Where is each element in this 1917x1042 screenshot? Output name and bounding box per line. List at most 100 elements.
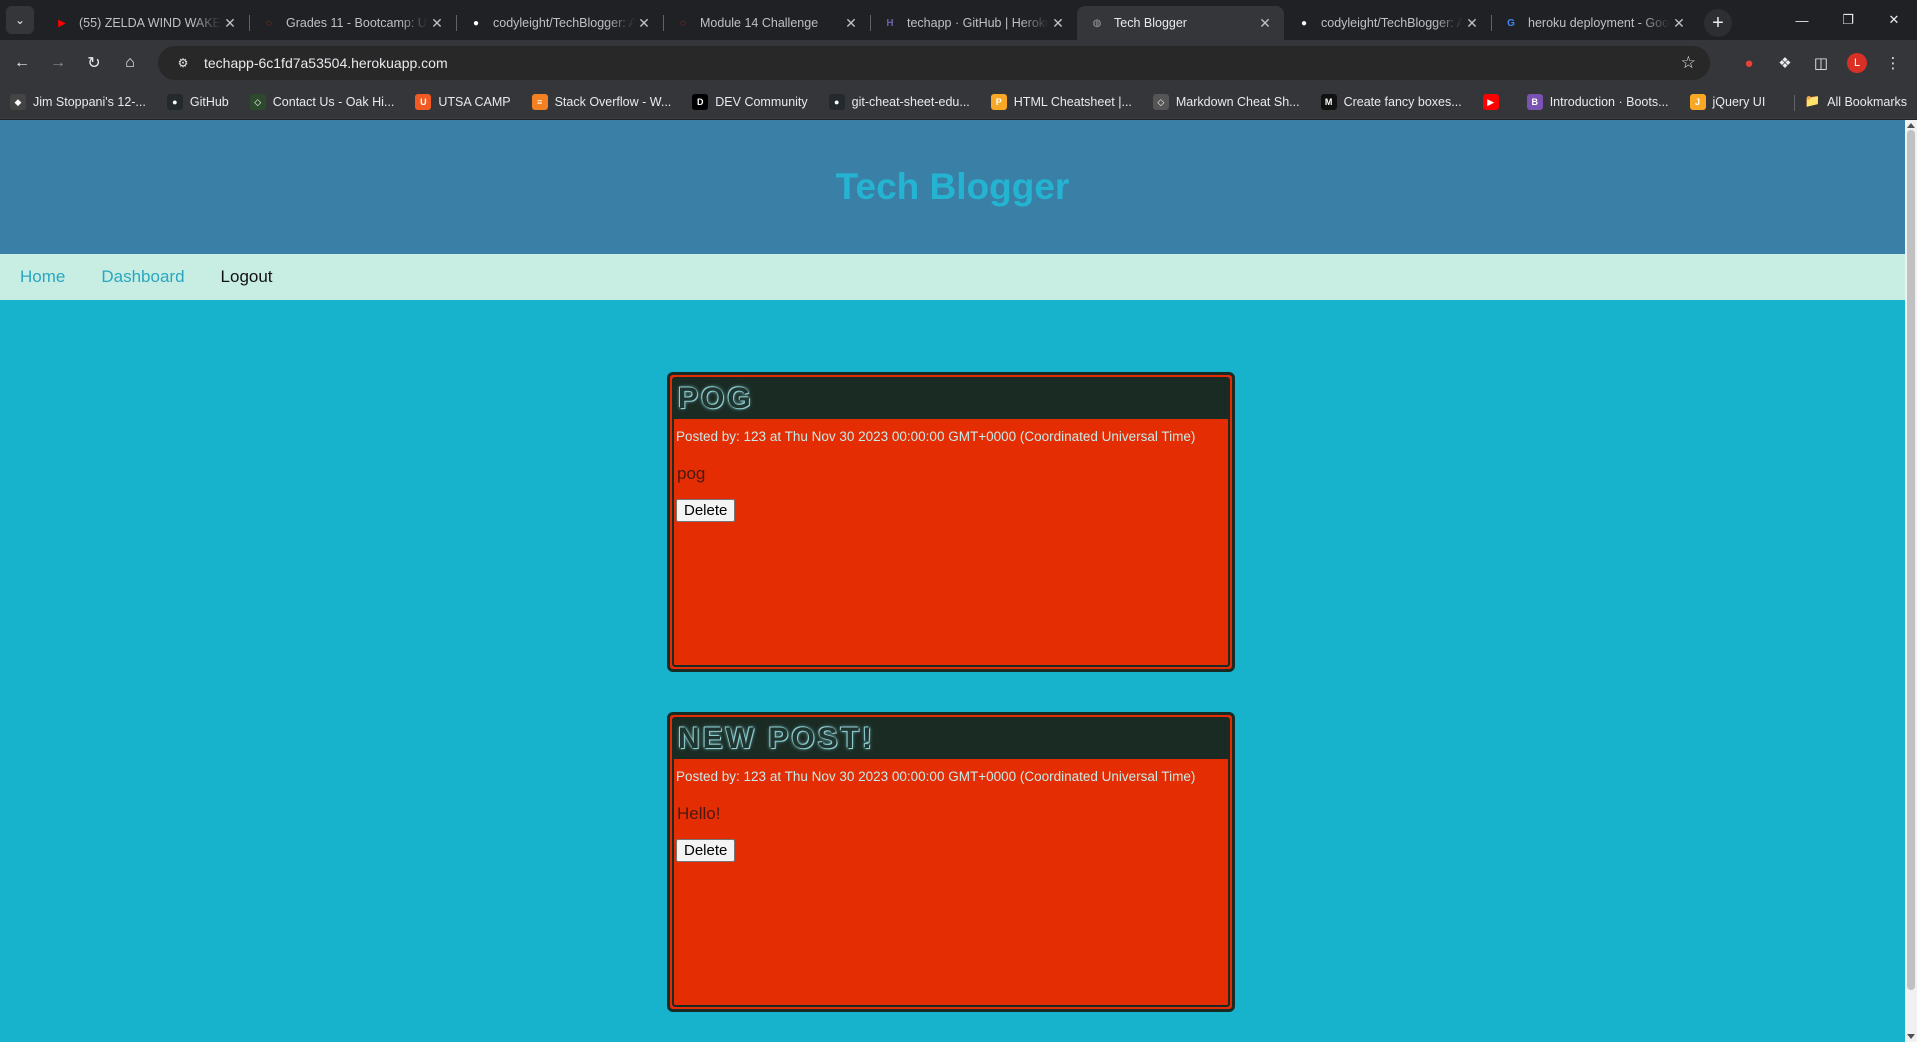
bookmark-star-icon[interactable]: ☆: [1681, 53, 1696, 73]
menu-kebab-icon[interactable]: ⋮: [1875, 45, 1911, 81]
google-icon: G: [1507, 17, 1515, 29]
page-scrollbar[interactable]: [1905, 120, 1917, 1042]
delete-post-button[interactable]: Delete: [676, 499, 736, 522]
bookmark-label: Jim Stoppani's 12-...: [33, 95, 146, 109]
tab-list: ▶ (55) ZELDA WIND WAKER ✕ ◌ Grades 11 - Boot…: [42, 0, 1698, 40]
nav-home-link[interactable]: Home: [20, 267, 65, 287]
post-card-inner: POG Posted by: 123 at Thu Nov 30 2023 00…: [672, 377, 1230, 667]
tab-close-icon[interactable]: ✕: [1256, 15, 1274, 32]
home-icon[interactable]: ⌂: [112, 45, 148, 81]
post-title: NEW POST!: [678, 722, 875, 755]
tab-close-icon[interactable]: ✕: [428, 15, 446, 32]
folder-icon: 📁: [1804, 94, 1821, 108]
page-viewport: Tech Blogger Home Dashboard Logout POG P…: [0, 120, 1905, 1042]
browser-tab[interactable]: ◌ Module 14 Challenge ✕: [663, 6, 870, 40]
bookmark-item[interactable]: ▶: [1482, 94, 1506, 110]
github-icon: ●: [472, 17, 480, 29]
bookmark-label: Contact Us - Oak Hi...: [272, 95, 395, 109]
bookmark-item[interactable]: D DEV Community: [692, 94, 808, 110]
bookmark-label: Create fancy boxes...: [1343, 95, 1462, 109]
bookmark-item[interactable]: JjQuery UI: [1689, 94, 1766, 110]
tab-close-icon[interactable]: ✕: [221, 15, 239, 32]
nav-logout-link[interactable]: Logout: [221, 267, 273, 287]
github-icon: ●: [1300, 17, 1308, 29]
site-icon: ◇: [249, 94, 266, 110]
tab-strip: ⌄ ▶ (55) ZELDA WIND WAKER ✕ ◌ Grades 11 - Bo…: [0, 0, 1917, 40]
bookmark-item[interactable]: ● GitHub: [166, 94, 229, 110]
tab-title: codyleight/TechBlogger: A: [1321, 16, 1463, 30]
bookmark-label: UTSA CAMP: [438, 95, 511, 109]
bookmark-label: jQuery UI: [1712, 95, 1766, 109]
browser-tab[interactable]: Htechapp · GitHub | Heroku ✕: [870, 6, 1077, 40]
github-icon: ●: [166, 94, 183, 110]
tab-title: codyleight/TechBlogger: A: [493, 16, 635, 30]
scrollbar-thumb[interactable]: [1907, 130, 1915, 990]
minimize-icon[interactable]: —: [1779, 0, 1825, 40]
post-card-inner: NEW POST! Posted by: 123 at Thu Nov 30 2…: [672, 717, 1230, 1007]
extension-record-icon[interactable]: ●: [1731, 45, 1767, 81]
m-icon: M: [1320, 94, 1337, 110]
bookmark-item[interactable]: U UTSA CAMP: [415, 94, 511, 110]
tab-title: heroku deployment - Goo: [1528, 16, 1670, 30]
tab-title: Grades 11 - Bootcamp: UT: [286, 16, 428, 30]
bookmark-item[interactable]: ◆ Jim Stoppani's 12-...: [10, 94, 146, 110]
tab-close-icon[interactable]: ✕: [1049, 15, 1067, 32]
browser-tab[interactable]: ● codyleight/TechBlogger: A ✕: [1284, 6, 1491, 40]
forward-icon[interactable]: →: [40, 45, 76, 81]
post-meta: Posted by: 123 at Thu Nov 30 2023 00:00:…: [676, 429, 1196, 444]
site-header: Tech Blogger: [0, 120, 1905, 254]
tab-search-icon[interactable]: ⌄: [6, 6, 34, 34]
browser-tab[interactable]: ◍ Tech Blogger ✕: [1077, 6, 1284, 40]
url-text[interactable]: techapp-6c1fd7a53504.herokuapp.com: [204, 55, 448, 71]
browser-tab[interactable]: ● codyleight/TechBlogger: A ✕: [456, 6, 663, 40]
nav-dashboard-link[interactable]: Dashboard: [101, 267, 184, 287]
bookmark-item[interactable]: B Introduction · Boots...: [1526, 94, 1669, 110]
tab-title: Tech Blogger: [1114, 16, 1187, 30]
side-panel-icon[interactable]: ◫: [1803, 45, 1839, 81]
browser-tab[interactable]: Gheroku deployment - Goo ✕: [1491, 6, 1698, 40]
extensions-puzzle-icon[interactable]: ❖: [1767, 45, 1803, 81]
bookmark-item[interactable]: ● git-cheat-sheet-edu...: [828, 94, 970, 110]
post-title: POG: [678, 382, 754, 415]
bookmark-label: Stack Overflow - W...: [554, 95, 672, 109]
bookmark-label: Introduction · Boots...: [1549, 95, 1669, 109]
bootstrap-icon: B: [1526, 94, 1543, 110]
site-info-icon[interactable]: ⚙: [172, 52, 194, 74]
post-body: Hello!: [677, 804, 721, 823]
scroll-up-icon[interactable]: [1907, 123, 1915, 128]
post-card: POG Posted by: 123 at Thu Nov 30 2023 00…: [667, 372, 1235, 672]
post-title-bar: NEW POST!: [674, 719, 1228, 759]
bookmark-item[interactable]: ◇ Contact Us - Oak Hi...: [249, 94, 395, 110]
youtube-icon: ▶: [58, 17, 66, 29]
bookmark-item[interactable]: ◇ Markdown Cheat Sh...: [1152, 94, 1300, 110]
all-bookmarks-label: All Bookmarks: [1827, 94, 1907, 109]
restore-icon[interactable]: ❐: [1825, 0, 1871, 40]
bookmark-item[interactable]: P HTML Cheatsheet |...: [990, 94, 1132, 110]
new-tab-button[interactable]: +: [1704, 9, 1732, 37]
stackoverflow-icon: ≡: [531, 94, 548, 110]
tab-close-icon[interactable]: ✕: [1670, 15, 1688, 32]
scroll-down-icon[interactable]: [1907, 1034, 1915, 1039]
tab-close-icon[interactable]: ✕: [842, 15, 860, 32]
delete-post-button[interactable]: Delete: [676, 839, 736, 862]
close-window-icon[interactable]: ✕: [1871, 0, 1917, 40]
bookmark-item[interactable]: ≡ Stack Overflow - W...: [531, 94, 672, 110]
tab-title: Module 14 Challenge: [700, 16, 819, 30]
ps-icon: P: [990, 94, 1007, 110]
browser-tab[interactable]: ◌ Grades 11 - Bootcamp: UT ✕: [249, 6, 456, 40]
browser-tab[interactable]: ▶ (55) ZELDA WIND WAKER ✕: [42, 6, 249, 40]
canvas-icon: ◌: [680, 17, 686, 29]
bookmark-item[interactable]: M Create fancy boxes...: [1320, 94, 1462, 110]
tab-close-icon[interactable]: ✕: [1463, 15, 1481, 32]
bookmark-site-icon: ◆: [10, 94, 26, 110]
profile-avatar[interactable]: L: [1839, 45, 1875, 81]
bookmarks-bar: ◆ Jim Stoppani's 12-... ● GitHub ◇ Contact Us…: [0, 86, 1917, 119]
bookmarks-divider: [1794, 95, 1795, 111]
back-icon[interactable]: ←: [4, 45, 40, 81]
all-bookmarks-button[interactable]: 📁 All Bookmarks: [1805, 94, 1907, 109]
reload-icon[interactable]: ↻: [76, 45, 112, 81]
address-bar[interactable]: ⚙ techapp-6c1fd7a53504.herokuapp.com ☆: [158, 46, 1710, 80]
bookmark-label: GitHub: [189, 95, 229, 109]
bookmark-list: ◆ Jim Stoppani's 12-... ● GitHub ◇ Contact Us…: [10, 94, 1786, 110]
tab-close-icon[interactable]: ✕: [635, 15, 653, 32]
